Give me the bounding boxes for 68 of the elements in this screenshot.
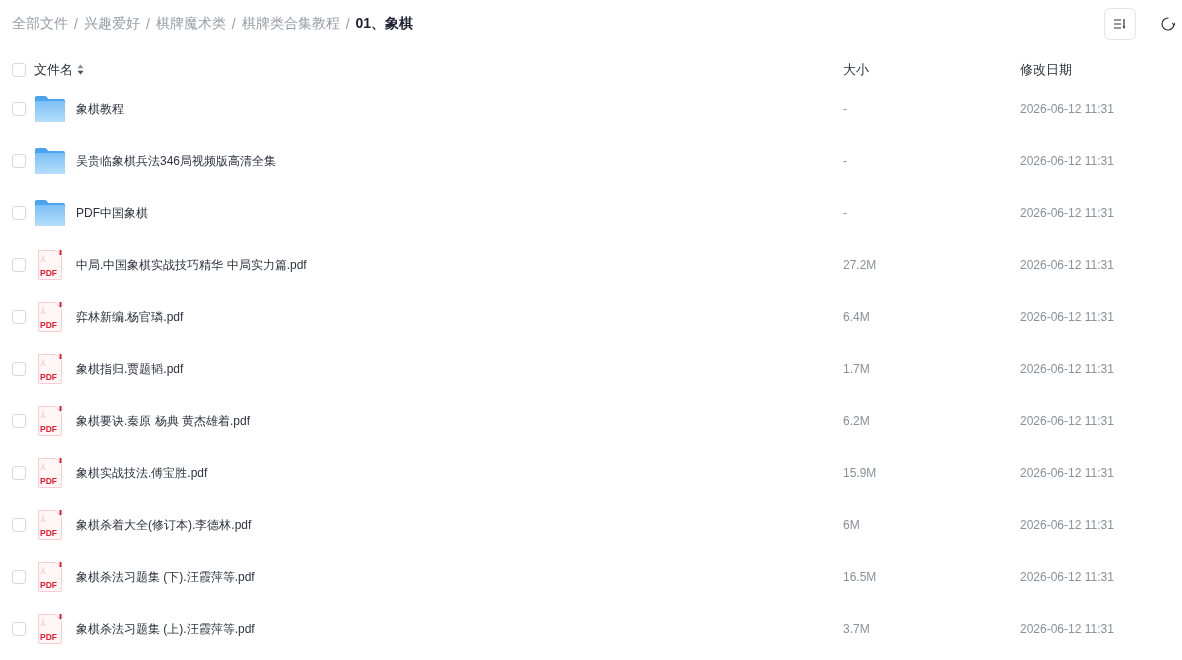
modified-date: 2026-06-12 11:31 [1020, 622, 1114, 636]
file-size: 27.2M [843, 258, 877, 272]
modified-date: 2026-06-12 11:31 [1020, 570, 1114, 584]
folder-icon [35, 200, 65, 226]
file-name[interactable]: PDF中国象棋 [76, 204, 148, 222]
modified-date: 2026-06-12 11:31 [1020, 258, 1114, 272]
row-checkbox[interactable] [12, 102, 26, 116]
pdf-file-icon: PDF [37, 406, 63, 436]
file-size: 1.7M [843, 362, 870, 376]
row-checkbox[interactable] [12, 154, 26, 168]
file-name[interactable]: 象棋要诀.秦原 杨典 黄杰雄着.pdf [76, 412, 251, 430]
row-checkbox[interactable] [12, 258, 26, 272]
breadcrumb-separator: / [145, 16, 150, 32]
breadcrumb-separator: / [345, 16, 350, 32]
file-name[interactable]: 象棋杀着大全(修订本).李德林.pdf [76, 516, 252, 534]
file-name[interactable]: 象棋指归.贾题韬.pdf [76, 360, 184, 378]
file-size: - [843, 102, 847, 116]
file-name[interactable]: 吴贵临象棋兵法346局视频版高清全集 [76, 152, 277, 170]
column-header[interactable]: 大小 [843, 60, 869, 79]
row-checkbox[interactable] [12, 362, 26, 376]
pdf-file-icon: PDF [37, 510, 63, 540]
row-checkbox[interactable] [12, 570, 26, 584]
file-name[interactable]: 象棋实战技法.傅宝胜.pdf [76, 464, 208, 482]
modified-date: 2026-06-12 11:31 [1020, 362, 1114, 376]
pdf-file-icon: PDF [37, 614, 63, 644]
file-name[interactable]: 中局.中国象棋实战技巧精华 中局实力篇.pdf [76, 256, 307, 274]
file-name[interactable]: 弈林新编.杨官璘.pdf [76, 308, 184, 326]
modified-date: 2026-06-12 11:31 [1020, 206, 1114, 220]
column-header[interactable]: 文件名 [34, 60, 73, 79]
row-checkbox[interactable] [12, 414, 26, 428]
file-size: 6.4M [843, 310, 870, 324]
modified-date: 2026-06-12 11:31 [1020, 154, 1114, 168]
folder-icon [35, 96, 65, 122]
column-header[interactable]: 修改日期 [1020, 60, 1072, 79]
sort-lines-icon [1114, 19, 1126, 29]
sort-arrows-icon[interactable] [77, 64, 84, 75]
pdf-file-icon: PDF [37, 250, 63, 280]
modified-date: 2026-06-12 11:31 [1020, 518, 1114, 532]
file-size: 6M [843, 518, 860, 532]
modified-date: 2026-06-12 11:31 [1020, 310, 1114, 324]
row-checkbox[interactable] [12, 622, 26, 636]
file-size: - [843, 206, 847, 220]
file-size: - [843, 154, 847, 168]
select-all-checkbox[interactable] [12, 62, 26, 77]
file-size: 6.2M [843, 414, 870, 428]
row-checkbox[interactable] [12, 466, 26, 480]
file-size: 3.7M [843, 622, 870, 636]
breadcrumb-separator: / [74, 16, 78, 32]
pdf-file-icon: PDF [37, 354, 63, 384]
pdf-file-icon: PDF [37, 562, 63, 592]
file-name[interactable]: 象棋教程 [76, 100, 124, 118]
row-checkbox[interactable] [12, 310, 26, 324]
breadcrumb-separator: / [231, 16, 236, 32]
modified-date: 2026-06-12 11:31 [1020, 466, 1114, 480]
file-size: 15.9M [843, 466, 877, 480]
modified-date: 2026-06-12 11:31 [1020, 102, 1114, 116]
pdf-file-icon: PDF [37, 302, 63, 332]
refresh-icon [1161, 17, 1175, 31]
pdf-file-icon: PDF [37, 458, 63, 488]
breadcrumb-link[interactable]: 01、象棋 [355, 15, 414, 33]
file-name[interactable]: 象棋杀法习题集 (上).汪霞萍等.pdf [76, 620, 255, 638]
row-checkbox[interactable] [12, 518, 26, 532]
file-name[interactable]: 象棋杀法习题集 (下).汪霞萍等.pdf [76, 568, 255, 586]
row-checkbox[interactable] [12, 206, 26, 220]
modified-date: 2026-06-12 11:31 [1020, 414, 1114, 428]
sort-button[interactable] [1104, 8, 1136, 40]
folder-icon [35, 148, 65, 174]
file-size: 16.5M [843, 570, 877, 584]
